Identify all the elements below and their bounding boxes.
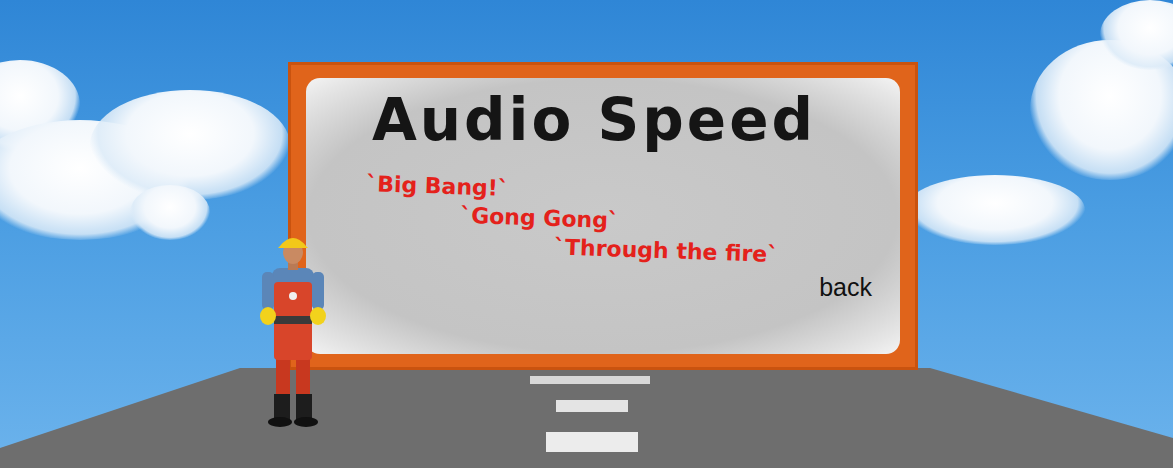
worker-character-icon bbox=[252, 234, 334, 428]
cloud bbox=[905, 175, 1085, 245]
song-list: `Big Bang!``Gong Gong``Through the fire` bbox=[306, 180, 880, 267]
song-item[interactable]: `Big Bang!` bbox=[366, 171, 881, 215]
game-scene: Audio Speed `Big Bang!``Gong Gong``Throug… bbox=[0, 0, 1173, 468]
back-button[interactable]: back bbox=[819, 273, 880, 302]
game-title: Audio Speed bbox=[372, 86, 816, 156]
menu-panel: Audio Speed `Big Bang!``Gong Gong``Throug… bbox=[306, 78, 900, 354]
song-item[interactable]: `Through the fire` bbox=[554, 235, 881, 273]
cloud bbox=[90, 90, 290, 200]
cloud bbox=[130, 185, 210, 240]
road bbox=[0, 368, 1173, 468]
billboard: Audio Speed `Big Bang!``Gong Gong``Throug… bbox=[288, 62, 918, 370]
